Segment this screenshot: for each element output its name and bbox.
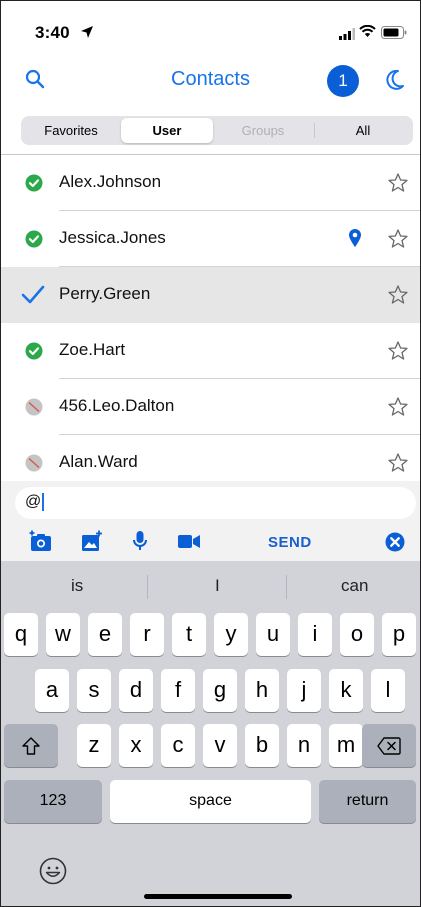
key-e[interactable]: e [88,613,122,656]
contact-name: Alan.Ward [59,452,138,471]
compose-toolbar: SEND [1,525,420,561]
home-indicator[interactable] [144,894,292,899]
offline-status-icon [25,398,43,421]
contact-name: 456.Leo.Dalton [59,396,175,415]
contact-name: Jessica.Jones [59,228,166,247]
online-status-icon [25,230,43,253]
key-z[interactable]: z [77,724,111,767]
prediction-suggestion[interactable]: I [215,576,220,596]
key-r[interactable]: r [130,613,164,656]
segment-divider [314,123,315,138]
contact-name: Alex.Johnson [59,172,162,191]
key-t[interactable]: t [172,613,206,656]
key-j[interactable]: j [287,669,321,712]
text-caret [42,493,45,511]
clear-icon[interactable] [385,532,405,557]
return-key[interactable]: return [319,780,416,823]
key-n[interactable]: n [287,724,321,767]
contact-row[interactable]: Alex.Johnson [1,155,420,211]
wifi-icon [359,24,376,43]
key-p[interactable]: p [382,613,416,656]
key-o[interactable]: o [340,613,374,656]
segment-all[interactable]: All [317,118,409,143]
contact-name: Zoe.Hart [59,340,126,359]
navigation-bar: Contacts 1 [1,57,420,107]
message-compose-area: @ [1,481,420,525]
contact-name: Perry.Green [59,284,151,303]
space-key[interactable]: space [110,780,311,823]
key-k[interactable]: k [329,669,363,712]
send-button[interactable]: SEND [268,534,312,551]
location-pin-icon[interactable] [348,228,362,253]
key-w[interactable]: w [46,613,80,656]
key-q[interactable]: q [4,613,38,656]
key-f[interactable]: f [161,669,195,712]
photo-library-icon[interactable] [81,530,103,557]
status-bar: 3:40 [1,1,420,57]
moon-icon[interactable] [385,69,405,96]
key-h[interactable]: h [245,669,279,712]
prediction-divider [286,575,287,599]
keyboard: is I can q w e r t y u i o p a s d f g h… [1,561,420,906]
star-icon[interactable] [388,397,408,421]
predictive-text-bar: is I can [1,561,420,611]
star-icon[interactable] [388,453,408,477]
prediction-suggestion[interactable]: is [71,576,83,596]
contact-row-selected[interactable]: Perry.Green [1,267,420,323]
offline-status-icon [25,454,43,477]
battery-icon [381,26,407,44]
microphone-icon[interactable] [132,530,148,557]
key-d[interactable]: d [119,669,153,712]
key-s[interactable]: s [77,669,111,712]
video-camera-icon[interactable] [178,534,200,554]
segment-groups: Groups [241,123,285,138]
key-m[interactable]: m [329,724,363,767]
contact-row[interactable]: Zoe.Hart [1,323,420,379]
numbers-key[interactable]: 123 [4,780,102,823]
app-frame: 3:40 Contacts 1 Favorites User Groups Al… [0,0,421,907]
key-c[interactable]: c [161,724,195,767]
checkmark-icon [21,285,45,310]
key-x[interactable]: x [119,724,153,767]
segment-favorites[interactable]: Favorites [25,118,117,143]
status-time: 3:40 [35,23,70,42]
key-l[interactable]: l [371,669,405,712]
star-icon[interactable] [388,229,408,253]
contact-row[interactable]: Jessica.Jones [1,211,420,267]
contact-row[interactable]: 456.Leo.Dalton [1,379,420,435]
message-input-value: @ [25,493,42,511]
cellular-signal-icon [339,27,355,45]
contacts-filter-segmented-control: Favorites User Groups All [21,116,413,145]
backspace-icon [377,737,401,755]
location-arrow-icon [80,25,94,44]
online-status-icon [25,174,43,197]
online-status-icon [25,342,43,365]
key-b[interactable]: b [245,724,279,767]
shift-key[interactable] [4,724,58,767]
key-y[interactable]: y [214,613,248,656]
key-g[interactable]: g [203,669,237,712]
star-icon[interactable] [388,285,408,309]
delete-key[interactable] [362,724,416,767]
key-v[interactable]: v [203,724,237,767]
key-i[interactable]: i [298,613,332,656]
segment-user[interactable]: User [121,118,213,143]
notification-badge[interactable]: 1 [327,65,359,97]
camera-icon[interactable] [29,530,53,557]
key-u[interactable]: u [256,613,290,656]
prediction-divider [147,575,148,599]
shift-icon [22,737,40,755]
key-a[interactable]: a [35,669,69,712]
prediction-suggestion[interactable]: can [341,576,368,596]
message-input[interactable]: @ [15,487,416,519]
star-icon[interactable] [388,341,408,365]
star-icon[interactable] [388,173,408,197]
emoji-icon[interactable] [39,857,67,890]
